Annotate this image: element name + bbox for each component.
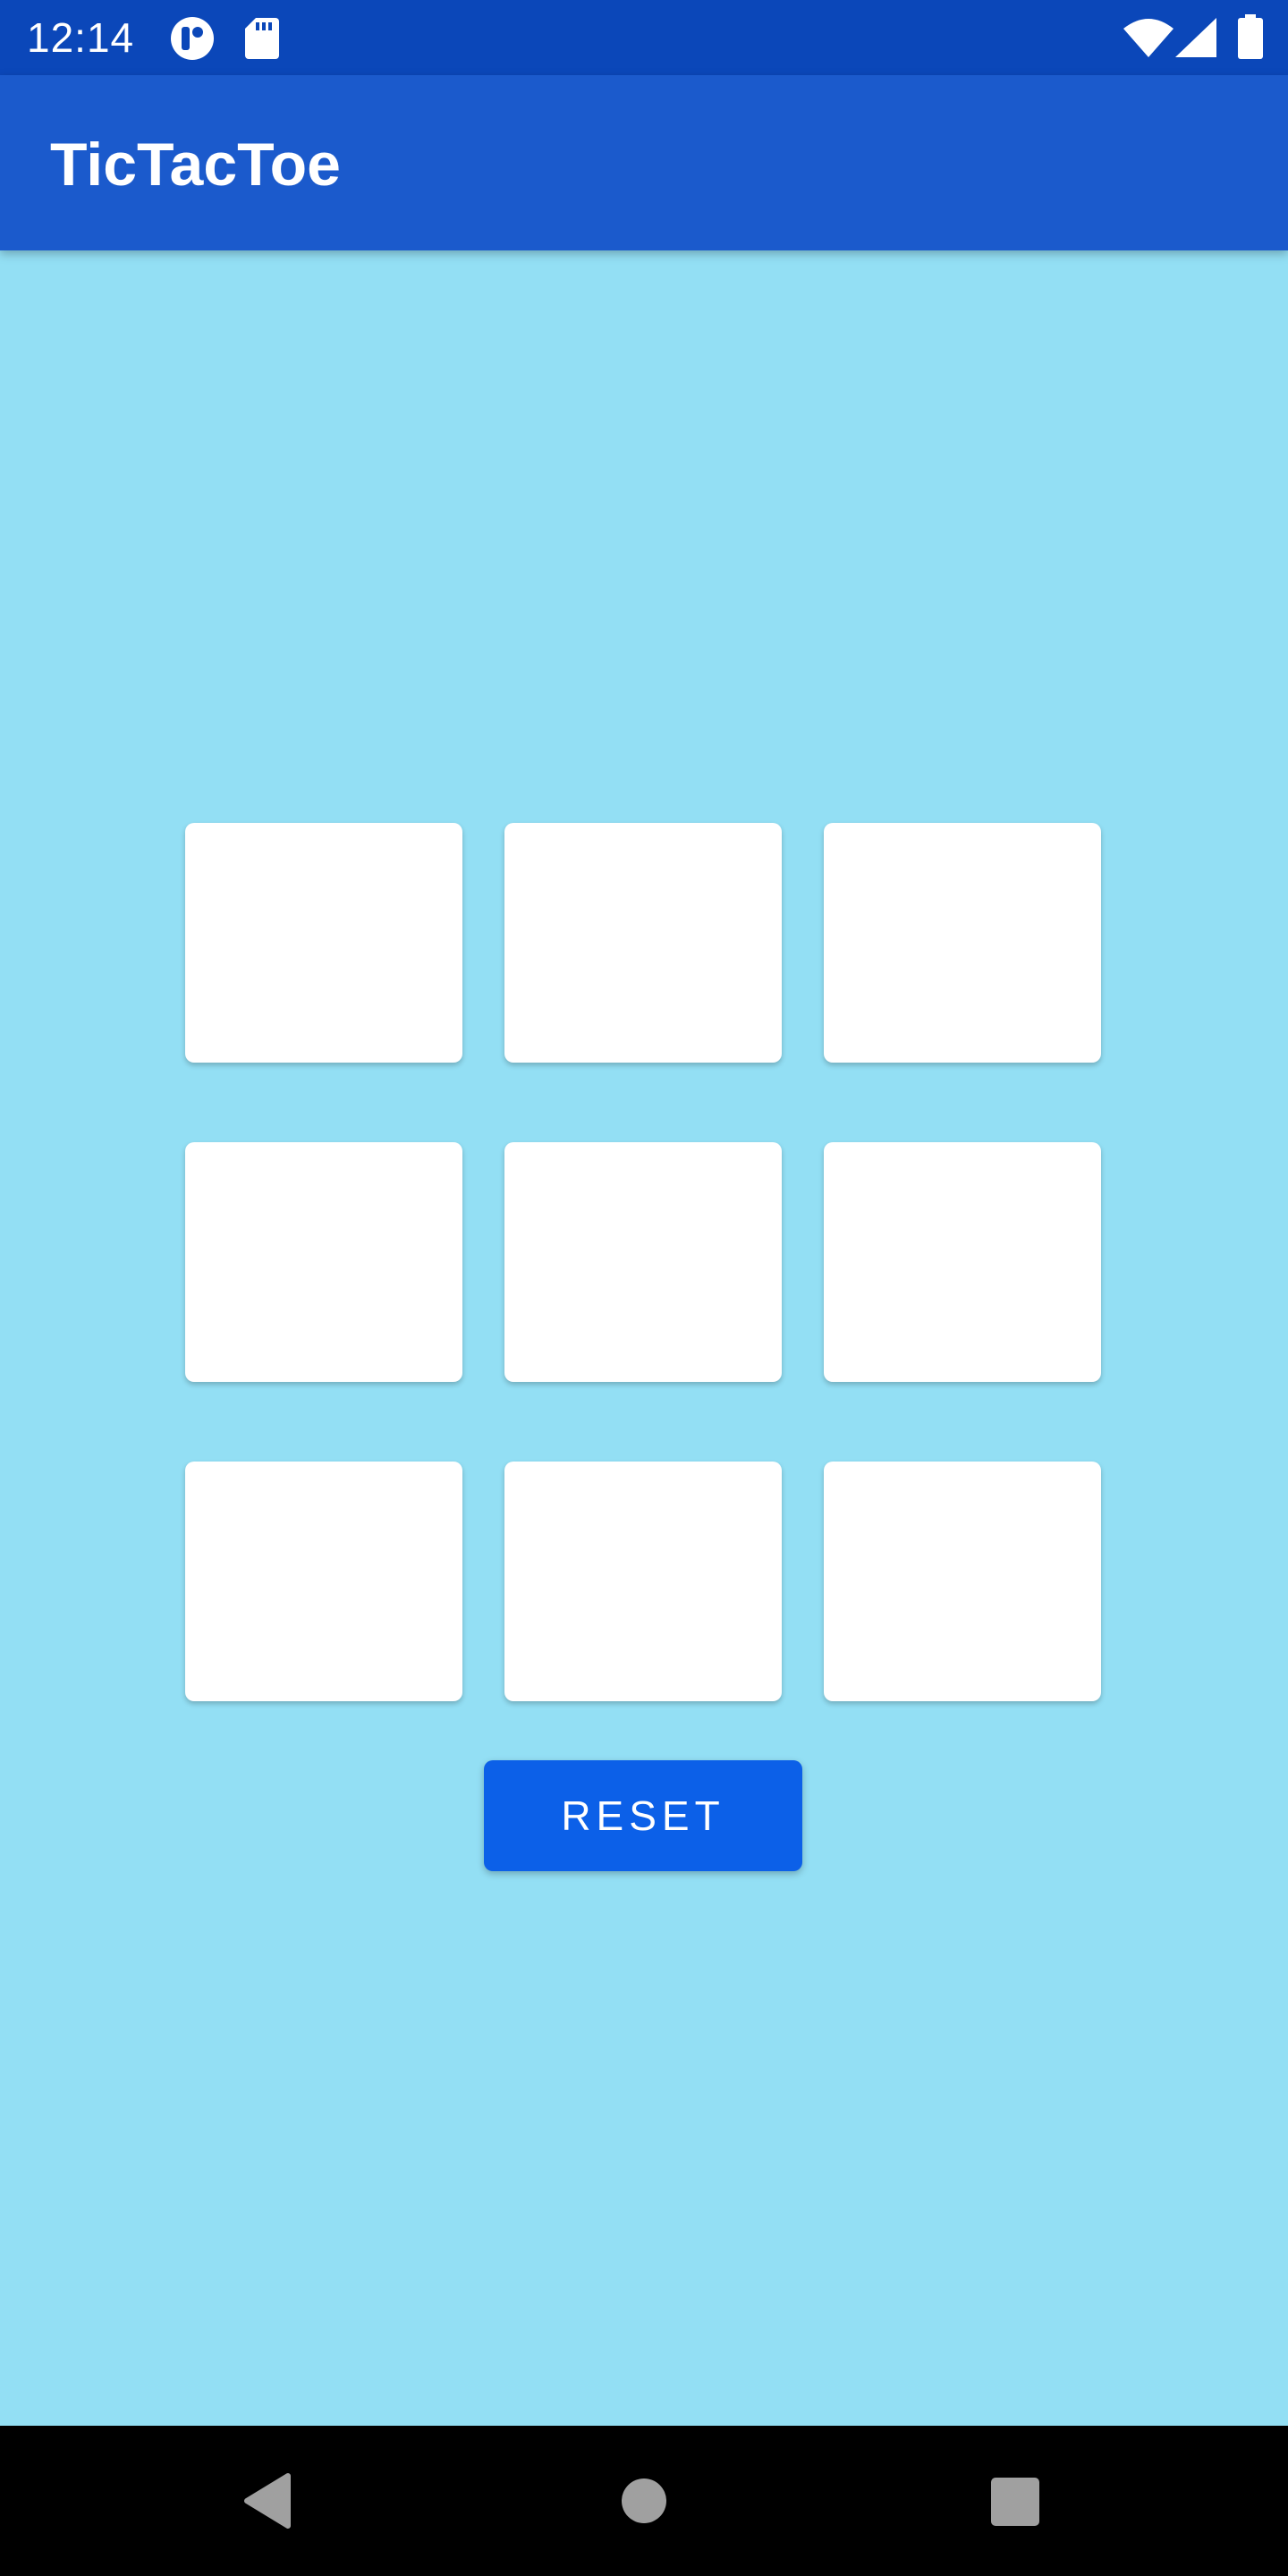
board-cell-r3-c2[interactable] — [504, 1462, 782, 1701]
reset-button[interactable]: RESET — [484, 1760, 802, 1871]
board-cell-r2-c3[interactable] — [824, 1142, 1101, 1382]
home-icon[interactable] — [621, 2478, 667, 2524]
wifi-icon — [1123, 18, 1174, 57]
cell-signal-icon — [1175, 18, 1216, 57]
status-time: 12:14 — [27, 14, 135, 61]
status-bar: 12:14 — [0, 0, 1288, 75]
battery-icon — [1238, 14, 1263, 59]
board-cell-r1-c2[interactable] — [504, 823, 782, 1063]
board-cell-r2-c1[interactable] — [185, 1142, 462, 1382]
sd-card-icon — [245, 18, 279, 59]
app-title: TicTacToe — [50, 131, 341, 199]
game-area: RESET — [0, 250, 1288, 2426]
board-cell-r3-c3[interactable] — [824, 1462, 1101, 1701]
board-cell-r1-c1[interactable] — [185, 823, 462, 1063]
recents-icon[interactable] — [991, 2478, 1039, 2526]
app-bar: TicTacToe — [0, 75, 1288, 250]
board-cell-r2-c2[interactable] — [504, 1142, 782, 1382]
app-notification-icon — [170, 16, 215, 61]
board-cell-r1-c3[interactable] — [824, 823, 1101, 1063]
back-icon[interactable] — [242, 2472, 292, 2529]
board-cell-r3-c1[interactable] — [185, 1462, 462, 1701]
navigation-bar — [0, 2426, 1288, 2576]
